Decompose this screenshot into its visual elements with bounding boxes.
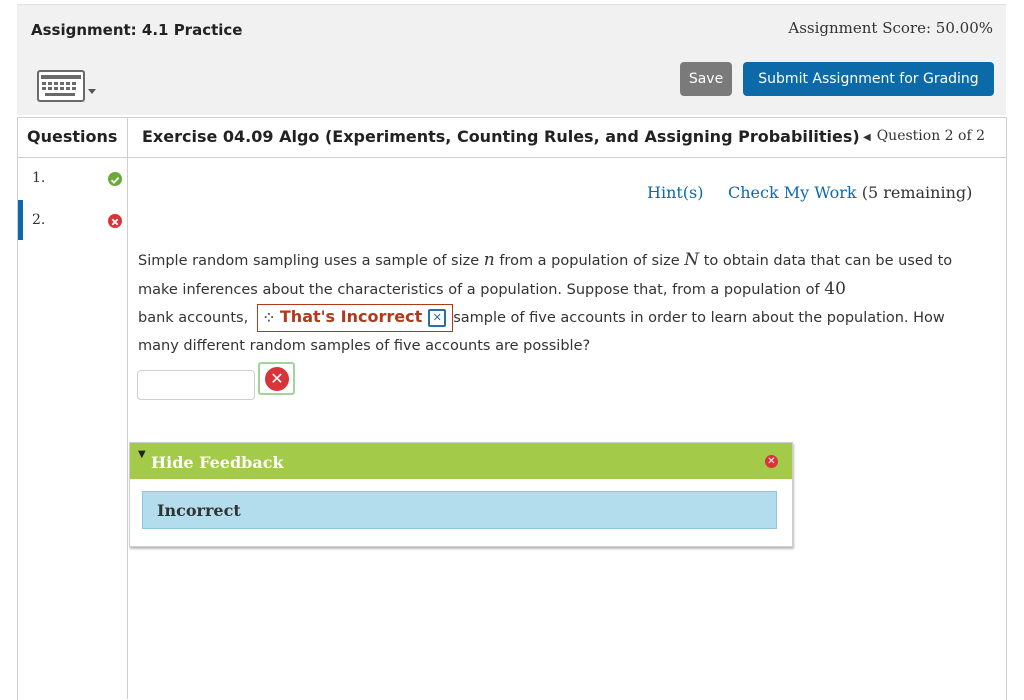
header-divider (17, 157, 1006, 158)
incorrect-tag[interactable]: ⁘ That's Incorrect ✕ (256, 304, 454, 332)
question-text-part: from a population of size (494, 253, 685, 269)
hide-feedback-toggle[interactable]: Hide Feedback (151, 453, 284, 472)
drag-handle-icon[interactable]: ⁘ (264, 311, 274, 325)
questions-header: Questions (27, 127, 118, 146)
feedback-panel: ▼ Hide Feedback ✕ Incorrect (129, 442, 793, 547)
feedback-message: Incorrect (157, 501, 241, 520)
question-text-part: Simple random sampling uses a sample of … (138, 253, 484, 269)
chevron-left-icon[interactable]: ◀ (863, 132, 871, 143)
question-number: 1. (32, 170, 46, 186)
question-navigator[interactable]: ◀ Question 2 of 2 (863, 128, 985, 144)
hints-link[interactable]: Hint(s) (647, 183, 704, 202)
close-icon[interactable]: ✕ (765, 455, 778, 468)
answer-input[interactable] (137, 370, 255, 400)
content-frame (17, 117, 1007, 700)
question-text: Simple random sampling uses a sample of … (138, 246, 990, 360)
close-icon[interactable]: ✕ (428, 308, 447, 327)
incorrect-indicator: ✕ (258, 362, 295, 395)
sidebar-item-question-1[interactable]: 1. (18, 158, 127, 198)
sidebar-divider (127, 117, 128, 699)
assignment-score: Assignment Score: 50.00% (788, 19, 993, 37)
check-my-work-link[interactable]: Check My Work (728, 183, 857, 202)
variable-N: N (684, 250, 700, 270)
error-icon: ✕ (265, 367, 289, 391)
population-size: 40 (824, 279, 846, 299)
sidebar-item-question-2[interactable]: 2. (18, 200, 127, 240)
assignment-header: Assignment: 4.1 Practice Assignment Scor… (17, 4, 1006, 115)
keyboard-icon[interactable] (37, 67, 101, 103)
submit-assignment-button[interactable]: Submit Assignment for Grading (743, 62, 994, 96)
save-button[interactable]: Save (680, 62, 732, 96)
check-my-work[interactable]: Check My Work (5 remaining) (728, 183, 972, 202)
question-text-part: bank accounts, (138, 310, 253, 326)
question-number: 2. (32, 212, 46, 228)
assignment-title: Assignment: 4.1 Practice (31, 21, 243, 39)
close-icon (108, 214, 122, 228)
exercise-title: Exercise 04.09 Algo (Experiments, Counti… (142, 127, 860, 146)
variable-n: n (483, 250, 495, 270)
feedback-header[interactable]: ▼ Hide Feedback ✕ (130, 443, 792, 479)
triangle-down-icon[interactable]: ▼ (138, 449, 146, 460)
incorrect-tag-label: That's Incorrect (279, 307, 423, 326)
remaining-count: (5 remaining) (856, 183, 973, 202)
feedback-message-box: Incorrect (142, 491, 777, 529)
question-position: Question 2 of 2 (876, 128, 985, 144)
check-icon (108, 172, 122, 186)
